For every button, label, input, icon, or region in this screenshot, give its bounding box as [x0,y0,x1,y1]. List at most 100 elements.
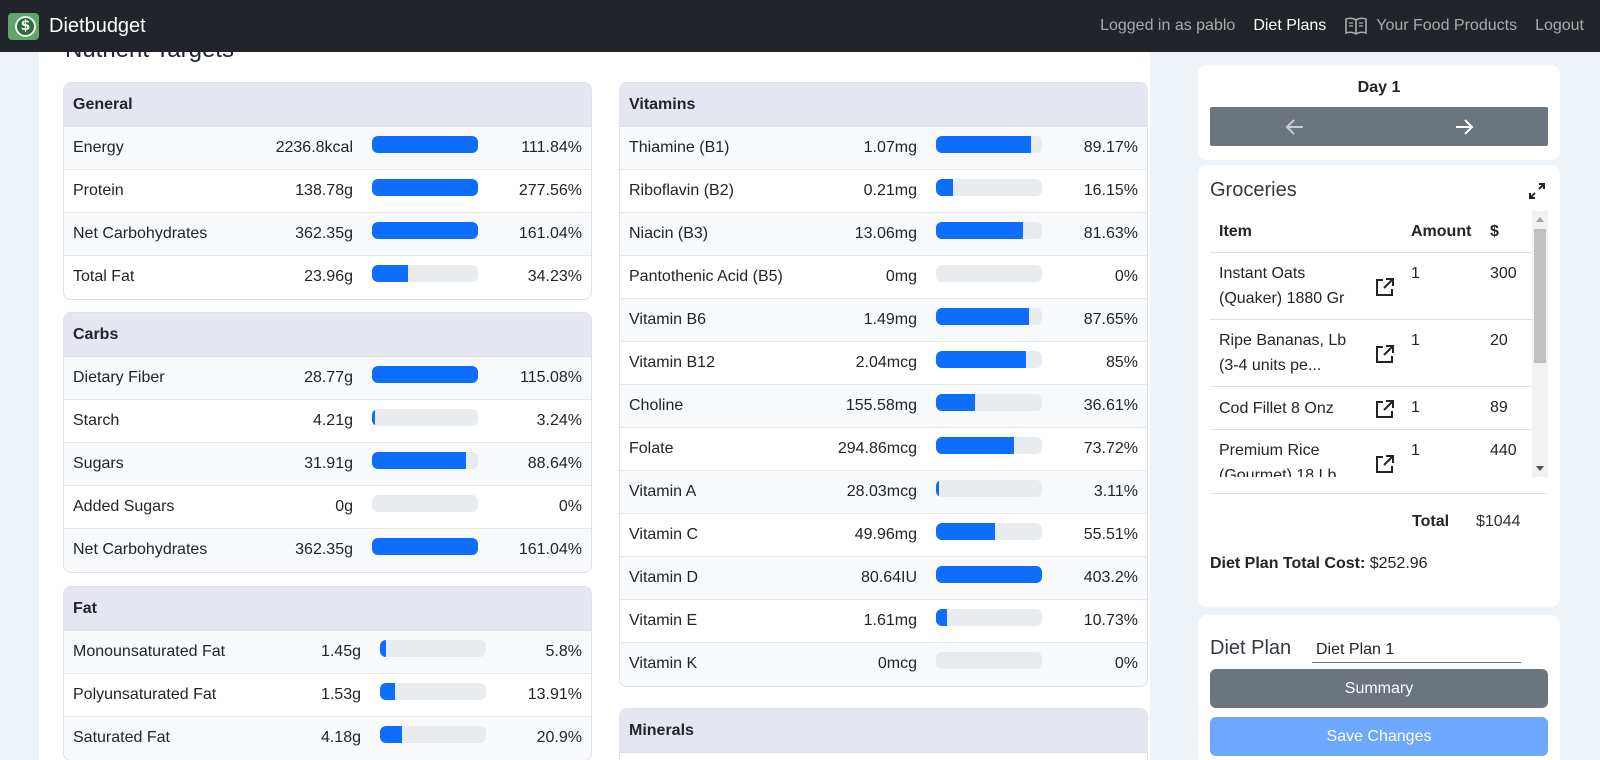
nutrient-percent: 20.9% [536,729,582,746]
col-amount: Amount [1411,223,1472,240]
nutrient-progress-bar [936,480,1042,497]
nutrient-amount: 4.18g [320,729,361,746]
nutrient-percent: 55.51% [1083,526,1138,543]
expand-icon[interactable] [1528,182,1546,205]
minerals-header: Minerals [620,709,1147,753]
nutrient-name: Thiamine (B1) [629,139,730,156]
nutrient-percent: 16.15% [1083,182,1138,199]
save-changes-button[interactable]: Save Changes [1210,717,1548,756]
fat-row: Saturated Fat 4.18g 20.9% [64,717,591,760]
nutrient-percent: 0% [1114,268,1138,285]
nutrient-amount: 4.21g [312,412,353,429]
nutrient-progress-bar [372,538,478,555]
nutrient-name: Vitamin C [629,526,699,543]
nav-logout[interactable]: Logout [1535,17,1584,35]
arrow-right-icon [1455,118,1473,135]
nutrient-progress-fill [380,683,395,700]
groceries-rows: Instant Oats (Quaker) 1880 Gr 1 300 Ripe Ba… [1210,253,1532,477]
grocery-row: Ripe Bananas, Lb (3-4 units pe... 1 20 [1210,320,1532,387]
external-link-icon[interactable] [1374,343,1396,370]
vitamins-row: Vitamin B12 2.04mcg 85% [620,342,1147,385]
col-price: $ [1490,223,1499,240]
grocery-item-price: 440 [1490,442,1517,459]
general-row: Energy 2236.8kcal 111.84% [64,127,591,170]
scroll-down-arrow[interactable] [1536,466,1544,471]
page-heading: Nutrient Targets [65,52,234,64]
nutrient-progress-bar [936,609,1042,626]
nutrient-progress-fill [936,308,1029,325]
general-row: Total Fat 23.96g 34.23% [64,256,591,299]
external-link-icon[interactable] [1374,453,1396,478]
nutrient-amount: 0g [335,498,353,515]
nutrient-amount: 1.07mg [863,139,917,156]
nutrient-progress-fill [936,566,1042,583]
nutrient-progress-bar [372,366,478,383]
nutrient-progress-fill [372,265,409,282]
nutrient-name: Vitamin D [629,569,699,586]
nutrient-progress-bar [936,437,1042,454]
carbs-group: Carbs Dietary Fiber 28.77g 115.08% Starch 4.… [63,312,592,573]
next-day-button[interactable] [1379,107,1548,146]
scroll-up-arrow[interactable] [1536,217,1544,222]
nutrient-name: Protein [73,182,124,199]
carbs-row: Starch 4.21g 3.24% [64,400,591,443]
groceries-scrollbar[interactable] [1532,211,1548,477]
diet-plan-card: Diet Plan Summary Save Changes [1198,615,1560,760]
summary-button[interactable]: Summary [1210,669,1548,708]
day-title: Day 1 [1357,79,1401,96]
vitamins-row: Vitamin D 80.64IU 403.2% [620,557,1147,600]
nutrient-amount: 23.96g [304,268,353,285]
nutrient-percent: 10.73% [1083,612,1138,629]
nutrient-progress-fill [372,222,478,239]
nutrient-percent: 73.72% [1083,440,1138,457]
scroll-thumb[interactable] [1534,229,1546,363]
carbs-row: Net Carbohydrates 362.35g 161.04% [64,529,591,572]
nav-links: Logged in as pablo Diet Plans Your Food … [1082,0,1584,52]
grocery-item-amount: 1 [1411,442,1420,459]
nutrient-progress-fill [936,179,954,196]
grocery-row: Instant Oats (Quaker) 1880 Gr 1 300 [1210,253,1532,320]
external-link-icon[interactable] [1374,276,1396,303]
nutrient-percent: 0% [558,498,582,515]
nutrient-progress-bar [372,265,478,282]
total-label: Total [1412,513,1450,530]
day-card: Day 1 [1198,65,1560,160]
nutrient-progress-fill [372,136,478,153]
nutrient-progress-fill [380,640,387,657]
nutrient-progress-fill [936,437,1015,454]
general-rows: Energy 2236.8kcal 111.84% Protein 138.78g 277… [64,127,591,299]
vitamins-row: Riboflavin (B2) 0.21mg 16.15% [620,170,1147,213]
book-icon [1345,17,1368,35]
nav-food-products[interactable]: Your Food Products [1344,17,1517,35]
groceries-table-header: Item Amount $ [1210,211,1532,253]
nutrient-name: Polyunsaturated Fat [73,686,217,703]
nutrient-percent: 161.04% [518,541,582,558]
nutrient-amount: 155.58mg [845,397,917,414]
nutrient-progress-bar [936,179,1042,196]
nutrient-progress-bar [372,495,478,512]
col-item: Item [1219,223,1252,240]
day-nav [1210,107,1548,146]
grocery-row: Premium Rice (Gourmet) 18 Lb 1 440 [1210,430,1532,477]
brand[interactable]: $ Dietbudget [8,12,146,40]
external-link-icon[interactable] [1374,398,1396,425]
nutrient-progress-bar [372,136,478,153]
groceries-table-scroll[interactable]: Item Amount $ Instant Oats (Quaker) 1880… [1210,211,1548,477]
nutrient-percent: 3.24% [536,412,582,429]
nutrient-progress-fill [372,409,376,426]
nutrient-progress-fill [372,366,478,383]
groceries-table: Item Amount $ Instant Oats (Quaker) 1880… [1210,211,1532,477]
fat-rows: Monounsaturated Fat 1.45g 5.8% Polyunsatura… [64,631,591,760]
nutrient-amount: 1.53g [320,686,361,703]
nutrient-name: Added Sugars [73,498,175,515]
nutrient-percent: 87.65% [1083,311,1138,328]
prev-day-button[interactable] [1210,107,1379,146]
nutrient-amount: 13.06mg [854,225,917,242]
total-value: $1044 [1476,513,1521,530]
nav-diet-plans[interactable]: Diet Plans [1253,17,1326,35]
nutrient-amount: 294.86mcg [837,440,917,457]
vitamins-row: Folate 294.86mcg 73.72% [620,428,1147,471]
diet-plan-name-input[interactable] [1312,633,1521,663]
diet-plan-label: Diet Plan [1210,637,1292,659]
nutrient-percent: 89.17% [1083,139,1138,156]
